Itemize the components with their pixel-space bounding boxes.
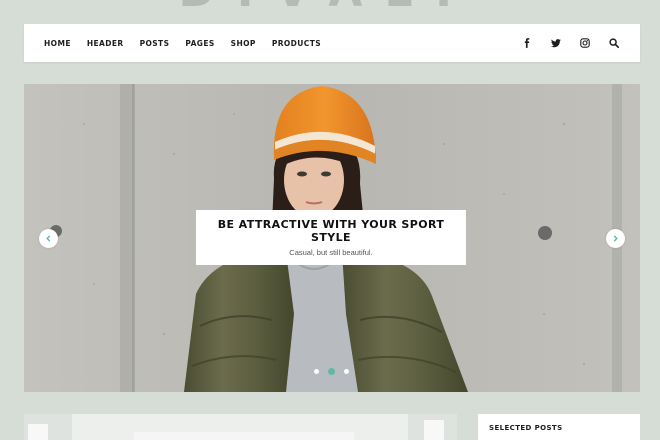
post-thumbnail [24,414,457,440]
nav-item-home[interactable]: HOME [44,39,71,48]
twitter-icon[interactable] [550,37,562,49]
social-icons [504,24,620,62]
hero-slider[interactable]: BE ATTRACTIVE WITH YOUR SPORT STYLE Casu… [24,84,640,392]
widget-title: SELECTED POSTS [489,424,563,432]
site-logo[interactable]: DIVALY [0,0,660,17]
slide-subtitle: Casual, but still beautiful. [289,248,373,257]
nav-item-pages[interactable]: PAGES [185,39,214,48]
nav-menu: HOME HEADER POSTS PAGES SHOP PRODUCTS [44,24,337,62]
selected-posts-widget: SELECTED POSTS [478,414,640,440]
nav-item-shop[interactable]: SHOP [231,39,256,48]
chevron-left-icon [46,235,51,242]
slider-next-button[interactable] [606,229,625,248]
slider-dot-1[interactable] [314,369,319,374]
instagram-icon[interactable] [579,37,591,49]
slide-caption: BE ATTRACTIVE WITH YOUR SPORT STYLE Casu… [196,210,466,265]
slider-prev-button[interactable] [39,229,58,248]
main-navigation: HOME HEADER POSTS PAGES SHOP PRODUCTS [24,24,640,62]
nav-item-products[interactable]: PRODUCTS [272,39,321,48]
slider-dot-3[interactable] [344,369,349,374]
slider-pagination [314,368,358,375]
slider-dot-2[interactable] [328,368,335,375]
nav-item-posts[interactable]: POSTS [140,39,170,48]
featured-post-card[interactable] [24,414,457,440]
slide-title[interactable]: BE ATTRACTIVE WITH YOUR SPORT STYLE [196,218,466,244]
facebook-icon[interactable] [521,37,533,49]
chevron-right-icon [613,235,618,242]
nav-item-header[interactable]: HEADER [87,39,124,48]
search-icon[interactable] [608,37,620,49]
